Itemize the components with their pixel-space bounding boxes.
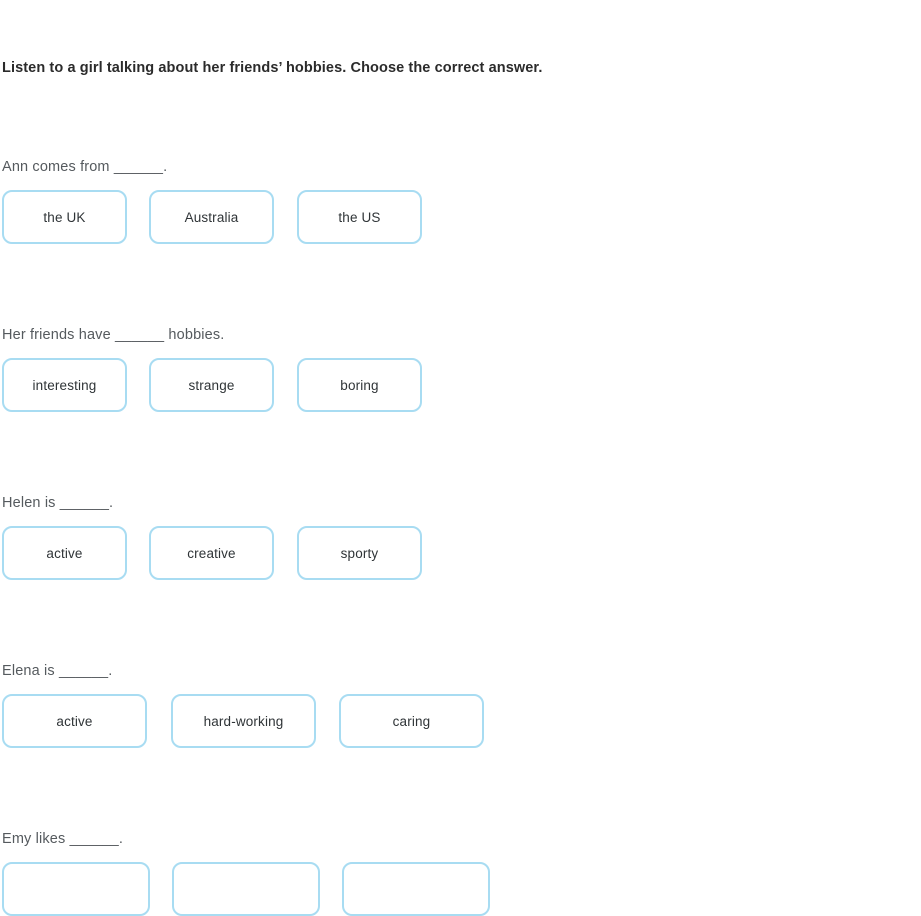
option-row: the UK Australia the US <box>0 190 921 244</box>
option-row: interesting strange boring <box>0 358 921 412</box>
option-button[interactable] <box>172 862 320 916</box>
option-button[interactable]: caring <box>339 694 484 748</box>
exercise-page: Listen to a girl talking about her frien… <box>0 0 921 916</box>
question-group-2: Her friends have ______ hobbies. interes… <box>0 326 921 412</box>
question-prompt: Her friends have ______ hobbies. <box>2 327 225 343</box>
option-button[interactable]: sporty <box>297 526 422 580</box>
question-prompt: Ann comes from ______. <box>2 159 168 175</box>
question-prompt: Elena is ______. <box>2 663 113 679</box>
question-prompt: Helen is ______. <box>2 495 114 511</box>
question-group-1: Ann comes from ______. the UK Australia … <box>0 158 921 244</box>
option-row <box>0 862 921 916</box>
option-button[interactable] <box>342 862 490 916</box>
option-button[interactable]: Australia <box>149 190 274 244</box>
option-button[interactable]: active <box>2 694 147 748</box>
option-row: active creative sporty <box>0 526 921 580</box>
option-button[interactable]: strange <box>149 358 274 412</box>
option-button[interactable]: hard-working <box>171 694 316 748</box>
question-prompt: Emy likes ______. <box>2 831 124 847</box>
question-list: Ann comes from ______. the UK Australia … <box>0 158 921 916</box>
option-button[interactable]: the US <box>297 190 422 244</box>
question-group-5: Emy likes ______. <box>0 830 921 916</box>
option-button[interactable]: active <box>2 526 127 580</box>
option-row: active hard-working caring <box>0 694 921 748</box>
option-button[interactable]: interesting <box>2 358 127 412</box>
question-group-3: Helen is ______. active creative sporty <box>0 494 921 580</box>
option-button[interactable]: the UK <box>2 190 127 244</box>
option-button[interactable]: boring <box>297 358 422 412</box>
option-button[interactable]: creative <box>149 526 274 580</box>
question-group-4: Elena is ______. active hard-working car… <box>0 662 921 748</box>
option-button[interactable] <box>2 862 150 916</box>
exercise-instruction: Listen to a girl talking about her frien… <box>2 60 543 76</box>
